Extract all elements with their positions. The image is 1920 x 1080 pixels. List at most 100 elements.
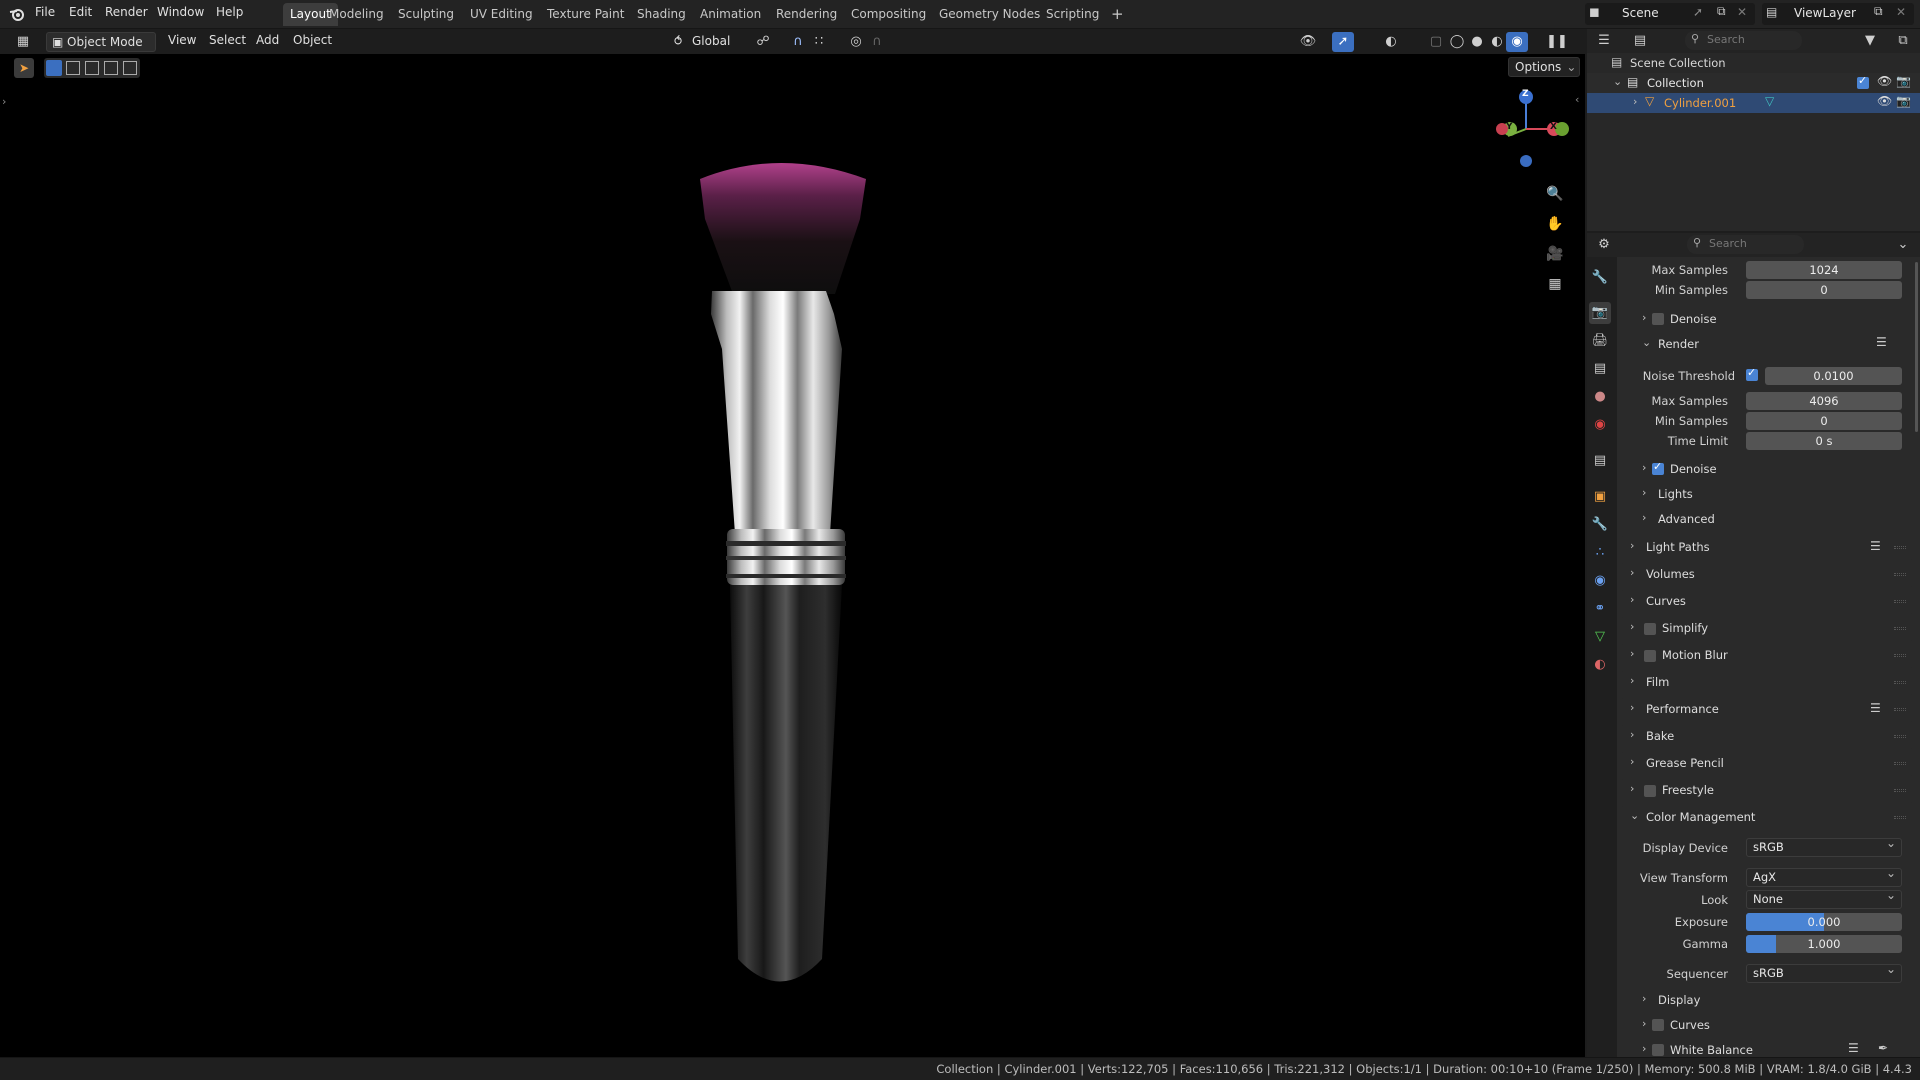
data-tab-icon[interactable]: ▽ — [1589, 626, 1611, 648]
toolbar-expand-icon[interactable]: › — [2, 95, 6, 108]
panel-bake[interactable]: › Bake — [1620, 725, 1914, 749]
material-shading-icon[interactable]: ◐ — [1486, 32, 1508, 52]
viewport-menu-select[interactable]: Select — [209, 33, 246, 47]
snap-icon[interactable]: ∩ — [787, 32, 809, 52]
tab-geometry-nodes[interactable]: Geometry Nodes — [932, 3, 1047, 26]
rendered-shading-icon[interactable]: ◉ — [1506, 32, 1528, 52]
noise-threshold-field[interactable]: 0.0100 — [1765, 367, 1902, 385]
constraints-tab-icon[interactable]: ⚭ — [1589, 598, 1611, 620]
editor-type-icon[interactable]: ▦ — [12, 32, 34, 52]
collapse-chevron-icon[interactable]: ⌄ — [1630, 809, 1639, 822]
object-mode-dropdown[interactable]: ▣ Object Mode — [46, 32, 156, 52]
gizmo-toggle-icon[interactable]: ➚ — [1332, 32, 1354, 52]
mesh-data-icon[interactable]: ▽ — [1765, 94, 1774, 108]
delete-viewlayer-icon[interactable]: ✕ — [1896, 5, 1906, 19]
transform-orientation-dropdown[interactable]: ⥀ Global — [670, 32, 746, 50]
min-samples-field[interactable]: 0 — [1746, 412, 1902, 430]
top-max-samples-field[interactable]: 1024 — [1746, 261, 1902, 279]
panel-performance[interactable]: › Performance ☰ — [1620, 698, 1914, 722]
drag-grip-icon[interactable] — [1894, 708, 1906, 711]
perspective-grid-icon[interactable]: ▦ — [1542, 271, 1568, 297]
tab-uv-editing[interactable]: UV Editing — [463, 3, 540, 26]
drag-grip-icon[interactable] — [1894, 762, 1906, 765]
presets-list-icon[interactable]: ☰ — [1876, 335, 1887, 349]
properties-editor-type-icon[interactable]: ⚙ — [1593, 235, 1615, 255]
falloff-icon[interactable]: ∩ — [866, 32, 888, 52]
gamma-slider[interactable]: 1.000 — [1746, 935, 1902, 953]
menu-window[interactable]: Window — [157, 5, 204, 19]
zoom-icon[interactable]: 🔍 — [1542, 181, 1568, 207]
options-dropdown[interactable]: Options ⌄ — [1508, 57, 1580, 77]
select-invert-icon[interactable] — [104, 61, 118, 75]
snap-target-icon[interactable]: ∷ — [808, 32, 830, 52]
look-dropdown[interactable]: None — [1746, 887, 1902, 909]
sidebar-expand-icon[interactable]: ‹ — [1575, 93, 1579, 106]
panel-color-management-title[interactable]: Color Management — [1646, 810, 1755, 824]
scene-collection-row[interactable]: ▤ Scene Collection — [1587, 53, 1920, 73]
curves-subpanel[interactable]: › Curves — [1628, 1014, 1914, 1036]
tab-texture-paint[interactable]: Texture Paint — [540, 3, 631, 26]
proportional-edit-icon[interactable]: ◎ — [845, 32, 867, 52]
menu-edit[interactable]: Edit — [69, 5, 92, 19]
object-render-icon[interactable]: 📷 — [1896, 94, 1911, 108]
eyedropper-icon[interactable]: ✒ — [1878, 1041, 1888, 1055]
tab-sculpting[interactable]: Sculpting — [391, 3, 461, 26]
tab-modeling[interactable]: Modeling — [322, 3, 391, 26]
drag-grip-icon[interactable] — [1894, 546, 1906, 549]
viewport-denoise-subpanel[interactable]: › Denoise — [1628, 308, 1914, 330]
advanced-subpanel[interactable]: › Advanced — [1628, 508, 1914, 530]
collection-render-icon[interactable]: 📷 — [1896, 74, 1911, 88]
tab-animation[interactable]: Animation — [693, 3, 768, 26]
sequencer-dropdown[interactable]: sRGB — [1746, 961, 1902, 983]
navigation-gizmo[interactable]: Z Y X — [1490, 84, 1572, 196]
render-denoise-subpanel[interactable]: › Denoise — [1628, 458, 1914, 480]
wireframe-shading-icon[interactable]: ◯ — [1446, 32, 1468, 52]
panel-curves[interactable]: › Curves — [1620, 590, 1914, 614]
viewport-denoise-checkbox[interactable] — [1652, 313, 1664, 325]
tab-compositing[interactable]: Compositing — [844, 3, 933, 26]
panel-simplify[interactable]: › Simplify — [1620, 617, 1914, 641]
render-subpanel-header[interactable]: ⌄ Render ☰ — [1628, 333, 1914, 355]
select-subtract-icon[interactable] — [85, 61, 99, 75]
view-transform-dropdown[interactable]: AgX — [1746, 865, 1902, 887]
active-tool-icon[interactable]: ➤ — [14, 58, 34, 78]
drag-grip-icon[interactable] — [1894, 573, 1906, 576]
collection-tab-icon[interactable]: ▤ — [1589, 450, 1611, 472]
collapse-chevron-icon[interactable]: ⌄ — [1613, 75, 1622, 88]
top-min-samples-field[interactable]: 0 — [1746, 281, 1902, 299]
select-mode-group[interactable] — [44, 58, 140, 78]
display-mode-icon[interactable]: ▤ — [1629, 31, 1651, 51]
display-device-dropdown[interactable]: sRGB — [1746, 835, 1902, 857]
solid-shading-icon[interactable]: ● — [1466, 32, 1488, 52]
display-subpanel[interactable]: › Display — [1628, 989, 1914, 1011]
collection-visibility-icon[interactable]: 👁 — [1877, 74, 1892, 88]
drag-grip-icon[interactable] — [1894, 600, 1906, 603]
simplify-checkbox[interactable] — [1644, 623, 1656, 635]
properties-scrollbar[interactable] — [1915, 262, 1918, 432]
time-limit-field[interactable]: 0 s — [1746, 432, 1902, 450]
select-new-icon[interactable] — [46, 60, 62, 76]
new-viewlayer-icon[interactable]: ⧉ — [1874, 4, 1883, 19]
xray-icon[interactable]: ▢ — [1425, 32, 1447, 52]
object-tab-icon[interactable]: ▣ — [1589, 486, 1611, 508]
menu-help[interactable]: Help — [216, 5, 243, 19]
collection-row[interactable]: ⌄ ▤ Collection 👁 📷 — [1587, 73, 1920, 93]
panel-film[interactable]: › Film — [1620, 671, 1914, 695]
render-tab-icon[interactable]: 📷 — [1589, 302, 1611, 324]
expand-chevron-icon[interactable]: › — [1633, 95, 1637, 108]
properties-search-field[interactable]: ⚲ Search — [1687, 235, 1804, 254]
panel-grease-pencil[interactable]: › Grease Pencil — [1620, 752, 1914, 776]
tab-scripting[interactable]: Scripting — [1039, 3, 1106, 26]
pause-render-icon[interactable]: ❚❚ — [1546, 32, 1568, 52]
object-visibility-icon[interactable]: 👁 — [1877, 94, 1892, 108]
output-tab-icon[interactable]: 🖨 — [1589, 330, 1611, 352]
freestyle-checkbox[interactable] — [1644, 785, 1656, 797]
panel-light-paths[interactable]: › Light Paths ☰ — [1620, 536, 1914, 560]
presets-list-icon[interactable]: ☰ — [1870, 539, 1881, 553]
curves-checkbox[interactable] — [1652, 1019, 1664, 1031]
properties-options-chevron-icon[interactable]: ⌄ — [1892, 235, 1914, 255]
modifier-tab-icon[interactable]: 🔧 — [1589, 514, 1611, 536]
exposure-slider[interactable]: 0.000 — [1746, 913, 1902, 931]
outliner-search-field[interactable]: ⚲ Search — [1685, 31, 1802, 50]
menu-render[interactable]: Render — [105, 5, 148, 19]
